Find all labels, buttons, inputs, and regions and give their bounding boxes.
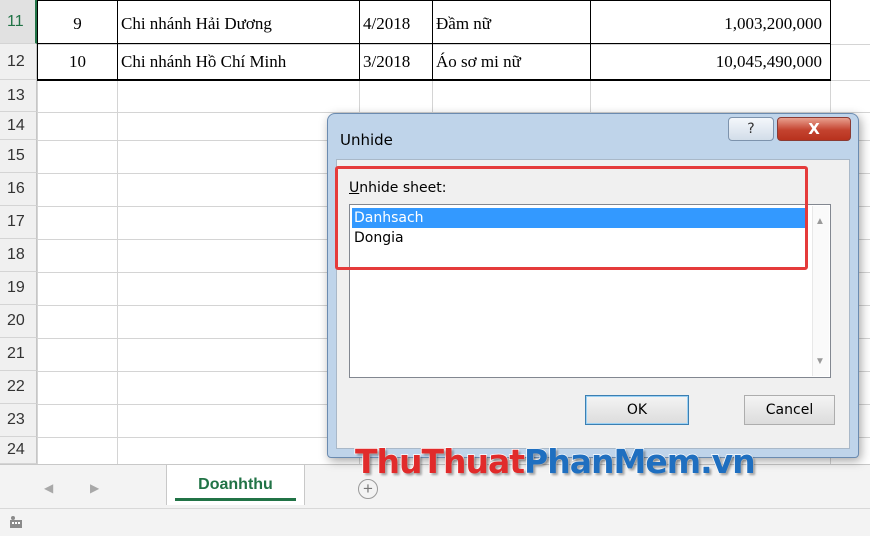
cell-branch[interactable]: Chi nhánh Hải Dương <box>118 4 359 43</box>
watermark-part-blue: PhanMem.vn <box>523 441 756 482</box>
cancel-button[interactable]: Cancel <box>744 395 835 425</box>
sheet-tab-doanhthu[interactable]: Doanhthu <box>166 465 305 505</box>
row-header[interactable]: 11 <box>0 0 37 44</box>
cell-month[interactable]: 4/2018 <box>360 4 432 43</box>
close-button[interactable]: X <box>777 117 851 141</box>
row-header[interactable]: 22 <box>0 371 37 404</box>
unhide-dialog: Unhide ? X Unhide sheet: Danhsach Dongia… <box>327 113 859 458</box>
cell-month[interactable]: 3/2018 <box>360 45 432 79</box>
list-scrollbar[interactable]: ▲ ▼ <box>812 206 829 376</box>
macro-record-icon[interactable] <box>9 515 23 529</box>
cell-stt[interactable]: 9 <box>38 4 117 43</box>
row-header[interactable]: 21 <box>0 338 37 371</box>
table-border <box>37 43 831 44</box>
scroll-up-icon[interactable]: ▲ <box>815 216 825 227</box>
ok-button[interactable]: OK <box>585 395 689 425</box>
dialog-title: Unhide <box>340 131 393 149</box>
row-header[interactable]: 13 <box>0 80 37 112</box>
cell-product[interactable]: Đầm nữ <box>433 4 590 43</box>
scroll-down-icon[interactable]: ▼ <box>815 356 825 367</box>
caret-left-icon[interactable]: ◀ <box>44 481 53 495</box>
help-button[interactable]: ? <box>728 117 774 141</box>
row-header[interactable]: 16 <box>0 173 37 206</box>
row-header[interactable]: 15 <box>0 140 37 173</box>
cell-branch[interactable]: Chi nhánh Hồ Chí Minh <box>118 45 359 79</box>
cell-stt[interactable]: 10 <box>38 45 117 79</box>
cell-amount[interactable]: 1,003,200,000 <box>591 4 830 43</box>
row-header[interactable]: 17 <box>0 206 37 239</box>
watermark-part-red: ThuThuat <box>354 441 526 482</box>
table-border <box>830 0 831 81</box>
row-header[interactable]: 20 <box>0 305 37 338</box>
add-sheet-icon[interactable]: + <box>358 479 378 499</box>
caret-right-icon[interactable]: ▶ <box>90 481 99 495</box>
cell-amount[interactable]: 10,045,490,000 <box>591 45 830 79</box>
row-header[interactable]: 12 <box>0 44 37 80</box>
row-header[interactable]: 23 <box>0 404 37 437</box>
table-border <box>37 0 831 1</box>
table-border <box>37 79 831 81</box>
status-bar <box>0 508 870 536</box>
row-header[interactable]: 19 <box>0 272 37 305</box>
row-header[interactable]: 18 <box>0 239 37 272</box>
row-header[interactable]: 14 <box>0 112 37 140</box>
row-header[interactable]: 24 <box>0 437 37 464</box>
cell-product[interactable]: Áo sơ mi nữ <box>433 45 590 79</box>
red-highlight-box <box>335 166 808 270</box>
watermark-logo: ThuThuatPhanMem.vn <box>354 441 756 482</box>
